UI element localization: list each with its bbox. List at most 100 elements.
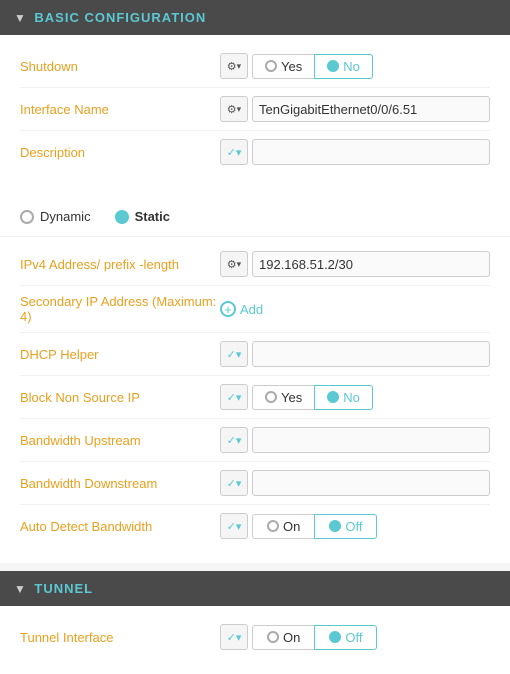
auto-detect-label: Auto Detect Bandwidth [20,519,220,534]
gear-icon2: ⚙ [227,103,237,116]
bandwidth-upstream-control: ✓ ▾ [220,427,490,453]
bandwidth-downstream-row: Bandwidth Downstream ✓ ▾ [20,462,490,505]
static-radio [115,210,129,224]
secondary-ip-row: Secondary IP Address (Maximum: 4) + Add [20,286,490,333]
shutdown-yes-option[interactable]: Yes [252,54,314,79]
gear-icon3: ⚙ [227,258,237,271]
bandwidth-downstream-label: Bandwidth Downstream [20,476,220,491]
dhcp-helper-label: DHCP Helper [20,347,220,362]
description-input[interactable] [252,139,490,165]
auto-detect-toggle: On Off [252,514,377,539]
ipv4-input[interactable] [252,251,490,277]
description-icon-btn[interactable]: ✓ ▾ [220,139,248,165]
interface-name-input[interactable] [252,96,490,122]
shutdown-yes-radio [265,60,277,72]
check-icon2: ✓ [227,348,236,361]
block-non-source-control: ✓ ▾ Yes No [220,384,490,410]
caret-icon6: ▾ [236,391,242,404]
block-no-radio [327,391,339,403]
tunnel-header[interactable]: ▼ TUNNEL [0,571,510,606]
shutdown-no-option[interactable]: No [314,54,373,79]
auto-off-label: Off [345,519,362,534]
tunnel-title: TUNNEL [34,581,93,596]
tunnel-toggle: On Off [252,625,377,650]
block-yes-radio [265,391,277,403]
dhcp-helper-row: DHCP Helper ✓ ▾ [20,333,490,376]
caret-icon: ▾ [237,61,242,72]
shutdown-toggle: Yes No [252,54,373,79]
block-icon-btn[interactable]: ✓ ▾ [220,384,248,410]
tunnel-section: Tunnel Interface ✓ ▾ On Off [0,606,510,674]
caret-icon2: ▾ [237,104,242,115]
shutdown-icon-btn[interactable]: ⚙ ▾ [220,53,248,79]
tunnel-on-radio [267,631,279,643]
block-no-option[interactable]: No [314,385,373,410]
tunnel-off-radio [329,631,341,643]
bandwidth-downstream-control: ✓ ▾ [220,470,490,496]
auto-detect-on-option[interactable]: On [252,514,314,539]
block-non-source-row: Block Non Source IP ✓ ▾ Yes No [20,376,490,419]
block-yes-label: Yes [281,390,302,405]
description-row: Description ✓ ▾ [20,131,490,173]
bandwidth-downstream-input[interactable] [252,470,490,496]
bw-up-icon-btn[interactable]: ✓ ▾ [220,427,248,453]
dhcp-helper-control: ✓ ▾ [220,341,490,367]
auto-detect-row: Auto Detect Bandwidth ✓ ▾ On Off [20,505,490,547]
ipv4-icon-btn[interactable]: ⚙ ▾ [220,251,248,277]
interface-icon-btn[interactable]: ⚙ ▾ [220,96,248,122]
tunnel-interface-row: Tunnel Interface ✓ ▾ On Off [20,616,490,658]
shutdown-row: Shutdown ⚙ ▾ Yes No [20,45,490,88]
plus-circle-icon: + [220,301,236,317]
shutdown-yes-label: Yes [281,59,302,74]
ip-mode-section: Dynamic Static [0,197,510,237]
ipv4-label: IPv4 Address/ prefix -length [20,257,220,272]
basic-config-header[interactable]: ▼ BASIC CONFIGURATION [0,0,510,35]
shutdown-control: ⚙ ▾ Yes No [220,53,490,79]
add-secondary-ip-btn[interactable]: + Add [220,301,263,317]
bw-down-icon-btn[interactable]: ✓ ▾ [220,470,248,496]
caret-icon10: ▾ [236,631,242,644]
tunnel-on-label: On [283,630,300,645]
check-icon7: ✓ [227,631,236,644]
bandwidth-upstream-input[interactable] [252,427,490,453]
auto-detect-off-option[interactable]: Off [314,514,377,539]
check-icon: ✓ [227,146,236,159]
tunnel-interface-control: ✓ ▾ On Off [220,624,490,650]
block-toggle: Yes No [252,385,373,410]
plus-icon: + [224,303,232,316]
bandwidth-upstream-row: Bandwidth Upstream ✓ ▾ [20,419,490,462]
ip-fields-section: IPv4 Address/ prefix -length ⚙ ▾ Seconda… [0,237,510,563]
basic-config-section: Shutdown ⚙ ▾ Yes No Interface Name [0,35,510,189]
tunnel-off-option[interactable]: Off [314,625,377,650]
caret-icon3: ▾ [236,146,242,159]
tunnel-interface-label: Tunnel Interface [20,630,220,645]
shutdown-no-label: No [343,59,360,74]
secondary-ip-label: Secondary IP Address (Maximum: 4) [20,294,220,324]
block-no-label: No [343,390,360,405]
auto-on-label: On [283,519,300,534]
block-non-source-label: Block Non Source IP [20,390,220,405]
spacer1 [0,189,510,197]
section-title: BASIC CONFIGURATION [34,10,206,25]
shutdown-label: Shutdown [20,59,220,74]
check-icon3: ✓ [227,391,236,404]
check-icon4: ✓ [227,434,236,447]
dynamic-option[interactable]: Dynamic [20,209,91,224]
dhcp-icon-btn[interactable]: ✓ ▾ [220,341,248,367]
caret-icon9: ▾ [236,520,242,533]
auto-off-radio [329,520,341,532]
ipv4-control: ⚙ ▾ [220,251,490,277]
auto-detect-icon-btn[interactable]: ✓ ▾ [220,513,248,539]
block-yes-option[interactable]: Yes [252,385,314,410]
description-label: Description [20,145,220,160]
bandwidth-upstream-label: Bandwidth Upstream [20,433,220,448]
tunnel-off-label: Off [345,630,362,645]
static-option[interactable]: Static [115,209,170,224]
tunnel-icon-btn[interactable]: ✓ ▾ [220,624,248,650]
caret-icon5: ▾ [236,348,242,361]
caret-icon7: ▾ [236,434,242,447]
dhcp-helper-input[interactable] [252,341,490,367]
check-icon5: ✓ [227,477,236,490]
tunnel-on-option[interactable]: On [252,625,314,650]
interface-name-row: Interface Name ⚙ ▾ [20,88,490,131]
